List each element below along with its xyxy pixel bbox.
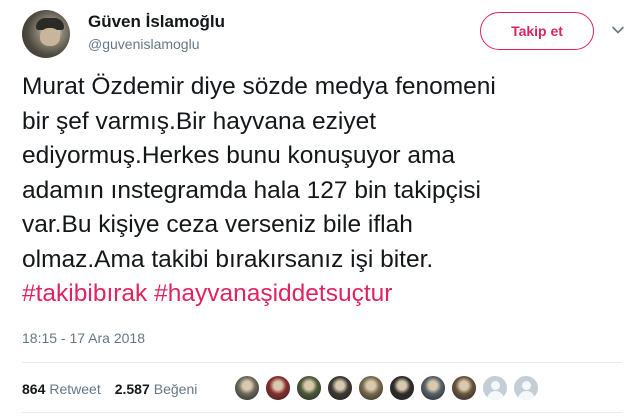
liker-avatar[interactable] <box>389 375 415 401</box>
tweet-line: ediyormuş.Herkes bunu konuşuyor ama <box>22 142 456 169</box>
like-label[interactable]: Beğeni <box>154 381 198 397</box>
tweet-line: var.Bu kişiye ceza verseniz bile iflah <box>22 211 413 238</box>
liker-avatar[interactable] <box>451 375 477 401</box>
tweet-line: bir şef varmış.Bir hayvana eziyet <box>22 107 377 135</box>
liker-avatar[interactable] <box>358 375 384 401</box>
liker-avatar[interactable] <box>420 375 446 401</box>
tweet-timestamp[interactable]: 18:15 - 17 Ara 2018 <box>22 330 145 346</box>
liker-avatar[interactable] <box>482 375 508 401</box>
like-count[interactable]: 2.587 <box>115 381 150 397</box>
divider <box>22 412 622 413</box>
tweet-text: Murat Özdemir diye sözde medya fenomeni … <box>22 70 622 312</box>
tweet-line: olmaz.Ama takibi bırakırsanız işi biter. <box>22 245 434 273</box>
tweet-line: Murat Özdemir diye sözde medya fenomeni <box>22 73 496 100</box>
tweet-line: adamın ınstegramda hala 127 bin takipçis… <box>22 176 481 204</box>
follow-button[interactable]: Takip et <box>480 12 594 50</box>
liker-avatar[interactable] <box>234 375 260 401</box>
author-avatar[interactable] <box>22 10 70 58</box>
hashtag-line: #takibibırak #hayvanaşiddetsuçtur <box>22 277 622 312</box>
author-display-name[interactable]: Güven İslamoğlu <box>88 12 225 32</box>
liker-avatar[interactable] <box>296 375 322 401</box>
retweet-count[interactable]: 864 <box>22 381 45 397</box>
engagement-stats: 864 Retweet 2.587 Beğeni <box>22 378 211 400</box>
retweet-label[interactable]: Retweet <box>49 381 100 397</box>
divider <box>22 362 622 363</box>
hashtag-link[interactable]: #hayvanaşiddetsuçtur <box>154 280 392 307</box>
author-handle[interactable]: @guvenislamoglu <box>88 36 200 52</box>
chevron-down-icon[interactable] <box>610 22 626 38</box>
liker-avatars <box>234 372 544 404</box>
hashtag-link[interactable]: #takibibırak <box>22 280 147 307</box>
liker-avatar[interactable] <box>265 375 291 401</box>
liker-avatar[interactable] <box>327 375 353 401</box>
tweet-header: Güven İslamoğlu @guvenislamoglu Takip et <box>0 0 644 60</box>
avatar-face-shape <box>40 28 60 46</box>
liker-avatar[interactable] <box>513 375 539 401</box>
